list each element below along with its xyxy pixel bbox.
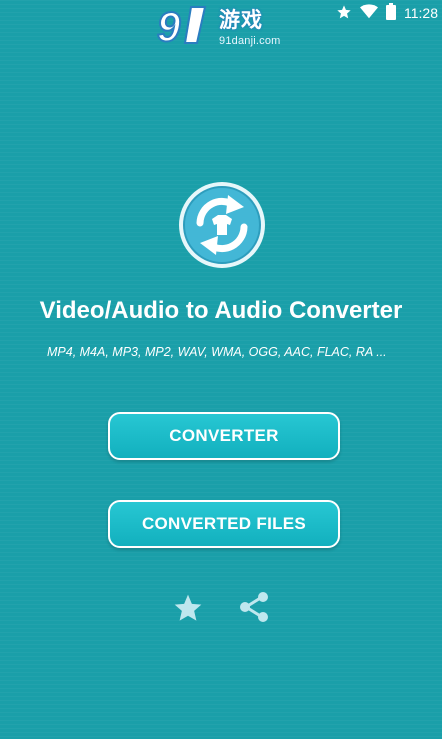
share-icon[interactable] bbox=[237, 590, 271, 629]
battery-icon bbox=[386, 3, 396, 23]
watermark-brand: 游戏 bbox=[219, 9, 263, 32]
site-watermark: 9 游戏 91danji.com bbox=[156, 2, 287, 51]
refresh-convert-icon bbox=[179, 182, 265, 268]
watermark-number: 9 bbox=[157, 3, 181, 49]
app-title: Video/Audio to Audio Converter bbox=[39, 297, 403, 324]
wifi-icon bbox=[360, 4, 378, 22]
watermark-url: 91danji.com bbox=[219, 35, 281, 47]
rate-star-icon[interactable] bbox=[171, 592, 205, 629]
converted-files-button[interactable]: CONVERTED FILES bbox=[108, 500, 340, 548]
action-icons bbox=[171, 590, 275, 624]
status-time: 11:28 bbox=[404, 5, 438, 21]
star-status-icon bbox=[336, 4, 352, 23]
background-texture bbox=[0, 0, 442, 739]
status-icons: 11:28 bbox=[336, 3, 438, 23]
supported-formats: MP4, M4A, MP3, MP2, WAV, WMA, OGG, AAC, … bbox=[47, 345, 387, 359]
app-logo bbox=[178, 181, 266, 269]
watermark-logo-icon: 9 bbox=[156, 2, 207, 51]
converter-button[interactable]: CONVERTER bbox=[108, 412, 340, 460]
